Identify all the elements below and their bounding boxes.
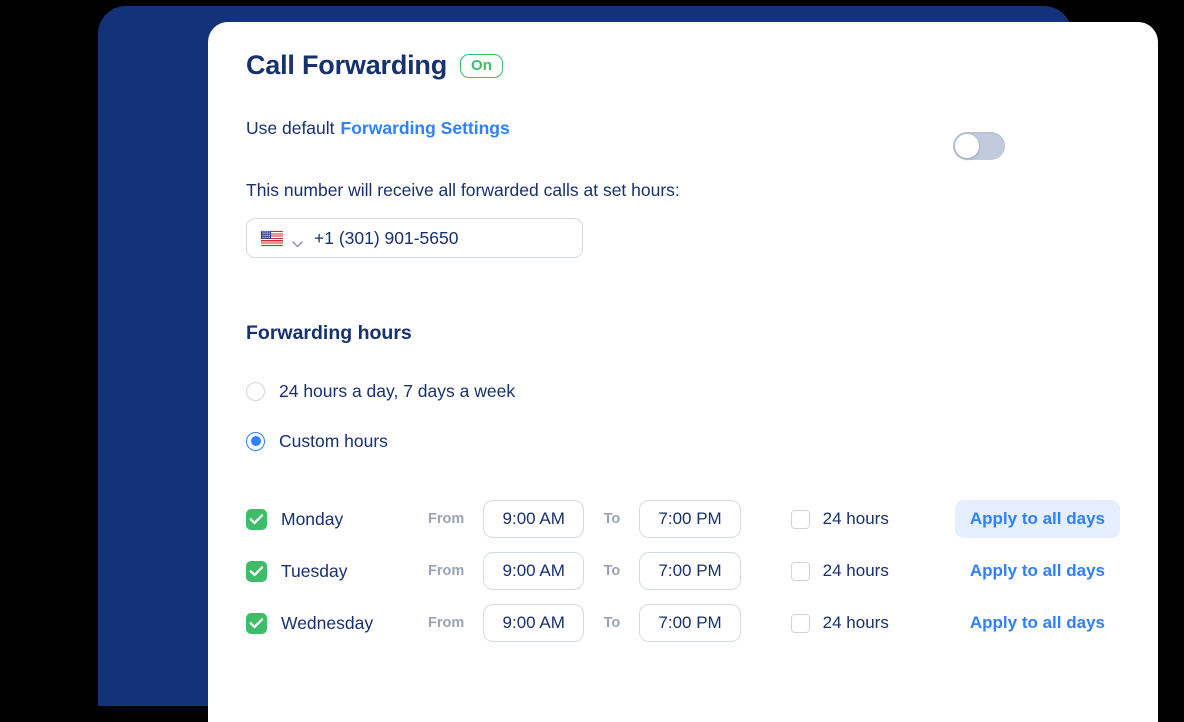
radio-option-all-week[interactable]: 24 hours a day, 7 days a week <box>246 377 515 405</box>
device-frame: Call Forwarding On Use default Forwardin… <box>98 6 1158 722</box>
to-label: To <box>603 563 621 579</box>
radio-label-all-week: 24 hours a day, 7 days a week <box>279 380 516 401</box>
table-row: Monday From 9:00 AM To 7:00 PM 24 hours … <box>246 497 1120 541</box>
radio-icon-unselected <box>246 381 265 401</box>
all-day-checkbox[interactable] <box>790 561 810 581</box>
from-time-input[interactable]: 9:00 AM <box>483 604 585 642</box>
us-flag-icon <box>261 230 283 246</box>
check-icon <box>249 565 264 576</box>
apply-to-all-days-button[interactable]: Apply to all days <box>955 552 1120 590</box>
from-time-input[interactable]: 9:00 AM <box>483 500 585 538</box>
all-day-checkbox[interactable] <box>790 509 810 529</box>
day-label: Wednesday <box>281 612 374 633</box>
from-time-input[interactable]: 9:00 AM <box>483 552 585 590</box>
radio-icon-selected <box>246 431 265 451</box>
all-day-label: 24 hours <box>822 613 889 632</box>
page-title: Call Forwarding <box>246 50 448 80</box>
screen-background: Call Forwarding On Use default Forwardin… <box>0 0 1184 722</box>
day-label: Tuesday <box>281 560 348 581</box>
day-enabled-checkbox[interactable] <box>246 612 267 634</box>
radio-label-custom-hours: Custom hours <box>279 430 388 451</box>
all-day-label: 24 hours <box>822 561 889 580</box>
phone-number-value: +1 (301) 901-5650 <box>314 227 459 248</box>
from-label: From <box>427 615 465 631</box>
all-day-checkbox[interactable] <box>790 613 810 633</box>
forwarding-hours-radio-group: 24 hours a day, 7 days a week Custom hou… <box>246 377 1120 455</box>
description-text: This number will receive all forwarded c… <box>246 180 680 200</box>
default-settings-toggle[interactable] <box>953 132 1005 160</box>
default-settings-text: Use default <box>246 117 335 138</box>
schedule-list: Monday From 9:00 AM To 7:00 PM 24 hours … <box>246 497 1120 645</box>
settings-card: Call Forwarding On Use default Forwardin… <box>208 22 1158 722</box>
page-header: Call Forwarding On <box>246 52 1120 79</box>
forwarding-settings-link[interactable]: Forwarding Settings <box>341 118 510 139</box>
radio-option-custom-hours[interactable]: Custom hours <box>246 427 388 455</box>
day-enabled-checkbox[interactable] <box>246 508 267 530</box>
to-time-input[interactable]: 7:00 PM <box>639 604 741 642</box>
to-time-input[interactable]: 7:00 PM <box>639 552 741 590</box>
table-row: Tuesday From 9:00 AM To 7:00 PM 24 hours… <box>246 549 1120 593</box>
from-label: From <box>427 563 465 579</box>
to-time-input[interactable]: 7:00 PM <box>639 500 741 538</box>
phone-number-input[interactable]: +1 (301) 901-5650 <box>246 218 583 258</box>
day-enabled-checkbox[interactable] <box>246 560 267 582</box>
all-day-label: 24 hours <box>822 509 889 528</box>
day-label: Monday <box>281 508 344 529</box>
check-icon <box>249 513 264 524</box>
status-badge: On <box>460 53 503 78</box>
forwarding-hours-title: Forwarding hours <box>246 322 412 344</box>
apply-to-all-days-button[interactable]: Apply to all days <box>955 604 1120 642</box>
to-label: To <box>603 511 621 527</box>
from-label: From <box>427 511 465 527</box>
chevron-down-icon[interactable] <box>292 235 303 247</box>
to-label: To <box>603 615 621 631</box>
apply-to-all-days-button[interactable]: Apply to all days <box>954 500 1120 538</box>
toggle-knob <box>955 134 979 158</box>
table-row: Wednesday From 9:00 AM To 7:00 PM 24 hou… <box>246 601 1120 645</box>
check-icon <box>249 617 264 628</box>
